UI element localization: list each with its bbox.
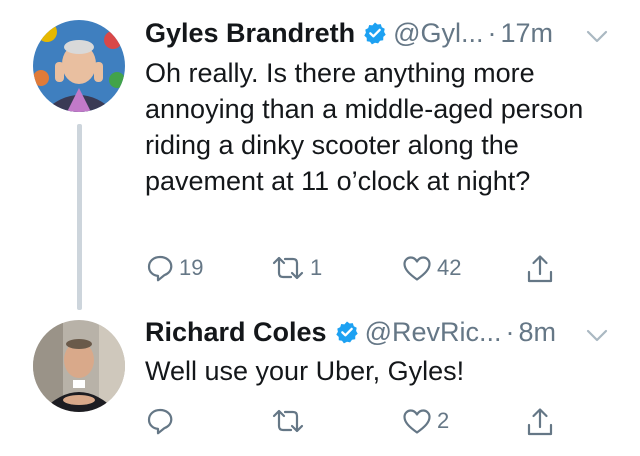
share-icon xyxy=(527,255,553,283)
avatar[interactable] xyxy=(33,20,125,112)
chevron-down-icon[interactable] xyxy=(586,30,608,44)
share-icon xyxy=(527,408,553,436)
share-button[interactable] xyxy=(525,253,555,285)
tweet-header: Gyles Brandreth @Gyl... · 17m xyxy=(145,16,553,50)
timestamp[interactable]: 17m xyxy=(501,16,554,50)
timestamp[interactable]: 8m xyxy=(519,315,557,349)
share-button[interactable] xyxy=(525,406,555,438)
thread-line xyxy=(77,124,82,310)
tweet-header: Richard Coles @RevRic... · 8m xyxy=(145,315,556,349)
tweet-text: Well use your Uber, Gyles! xyxy=(145,356,465,386)
retweet-button[interactable] xyxy=(270,406,310,436)
tweet-text: Oh really. Is there anything more annoyi… xyxy=(145,58,584,196)
like-count: 2 xyxy=(437,408,450,433)
reply-count: 19 xyxy=(179,255,204,280)
tweet-2[interactable]: Richard Coles @RevRic... · 8m Well use y… xyxy=(0,310,640,456)
retweet-count: 1 xyxy=(310,255,323,280)
verified-badge-icon xyxy=(335,321,358,344)
author-handle[interactable]: @Gyl... xyxy=(393,16,483,50)
reply-icon xyxy=(147,408,173,435)
retweet-icon xyxy=(272,256,304,280)
author-handle[interactable]: @RevRic... xyxy=(365,315,502,349)
author-name[interactable]: Richard Coles xyxy=(145,315,327,349)
like-icon xyxy=(403,409,431,434)
like-button[interactable]: 2 xyxy=(401,406,449,436)
chevron-down-icon[interactable] xyxy=(586,329,608,343)
tweet-actions: 19 1 42 xyxy=(145,253,615,293)
author-name[interactable]: Gyles Brandreth xyxy=(145,16,355,50)
retweet-button[interactable]: 1 xyxy=(270,253,322,283)
like-button[interactable]: 42 xyxy=(401,253,461,283)
like-icon xyxy=(403,256,431,281)
separator: · xyxy=(505,317,515,347)
reply-button[interactable]: 19 xyxy=(145,253,203,283)
verified-badge-icon xyxy=(364,22,386,45)
retweet-icon xyxy=(272,409,304,433)
like-count: 42 xyxy=(437,255,462,280)
reply-button[interactable] xyxy=(145,406,179,436)
tweet-1[interactable]: Gyles Brandreth @Gyl... · 17m Oh really.… xyxy=(0,0,640,310)
reply-icon xyxy=(147,255,173,282)
separator: · xyxy=(487,18,497,48)
tweet-actions: 2 xyxy=(145,406,615,446)
avatar[interactable] xyxy=(33,320,125,412)
